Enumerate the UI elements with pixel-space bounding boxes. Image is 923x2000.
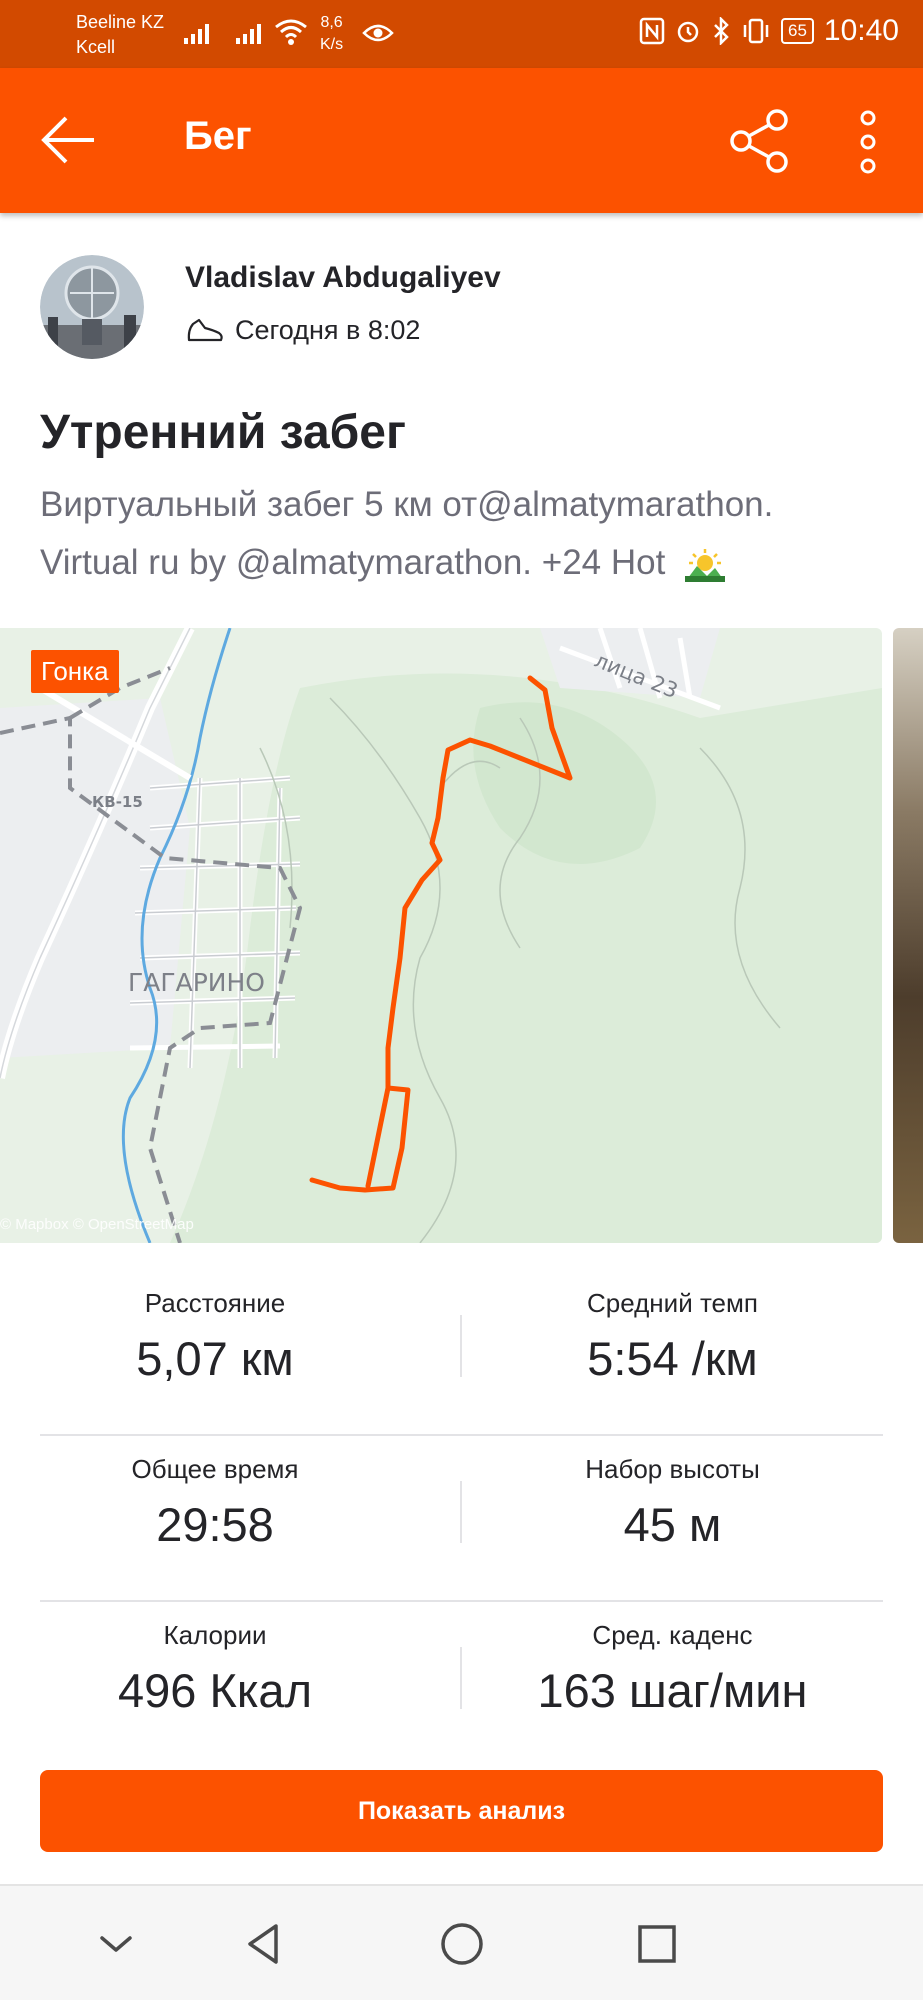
net-speed-value: 8,6 — [320, 14, 343, 31]
map-canvas — [0, 628, 882, 1243]
stats-row: Расстояние 5,07 км Средний темп 5:54 /км — [40, 1270, 883, 1436]
status-bar: Beeline KZ Kcell 8,6 K/s 65 10:40 — [0, 0, 923, 68]
description-line-2: Virtual ru by @almatymarathon. +24 Hot — [40, 534, 900, 592]
stat-value: 5:54 /км — [587, 1332, 758, 1385]
back-triangle-icon[interactable] — [236, 1916, 292, 1972]
running-shoe-icon — [187, 318, 223, 341]
chevron-down-icon[interactable] — [88, 1916, 144, 1972]
stat-label: Расстояние — [144, 1288, 286, 1318]
stat-value: 163 шаг/мин — [537, 1664, 808, 1717]
signal-icon — [236, 20, 261, 44]
race-badge: Гонка — [31, 650, 119, 693]
description-line-2-text: Virtual ru by @almatymarathon. +24 Hot — [40, 543, 666, 582]
stats-row: Калории 496 Ккал Сред. каденс 163 шаг/ми… — [40, 1602, 883, 1768]
stat-value: 45 м — [623, 1498, 722, 1551]
stat-value: 29:58 — [156, 1498, 274, 1551]
timestamp-text: Сегодня в 8:02 — [235, 315, 421, 345]
activity-description: Виртуальный забег 5 км от@almatymarathon… — [40, 476, 900, 592]
eye-icon — [362, 24, 394, 42]
stat-value: 496 Ккал — [117, 1664, 312, 1717]
route-map[interactable] — [0, 628, 882, 1243]
nfc-icon — [639, 17, 665, 45]
stat-label: Средний темп — [587, 1288, 758, 1318]
more-vertical-icon[interactable] — [858, 110, 878, 174]
stat-label: Калории — [163, 1620, 267, 1650]
place-label: ГАГАРИНО — [128, 968, 265, 997]
recent-apps-square-icon[interactable] — [629, 1916, 685, 1972]
stat-avg-cadence: Сред. каденс 163 шаг/мин — [462, 1620, 883, 1718]
status-right: 65 10:40 — [639, 14, 899, 48]
photo-thumbnail[interactable] — [893, 628, 923, 1243]
stat-value: 5,07 км — [136, 1332, 294, 1385]
page-title: Бег — [184, 114, 252, 158]
home-circle-icon[interactable] — [434, 1916, 490, 1972]
carrier-1: Beeline KZ — [76, 12, 165, 32]
alarm-icon — [677, 21, 699, 43]
show-analysis-button[interactable]: Показать анализ — [40, 1770, 883, 1852]
stat-moving-time: Общее время 29:58 — [40, 1454, 390, 1552]
stats-grid: Расстояние 5,07 км Средний темп 5:54 /км… — [40, 1270, 883, 1768]
network-speed: 8,6 K/s — [320, 12, 343, 56]
map-attribution[interactable]: © Mapbox © OpenStreetMap — [0, 1216, 194, 1233]
athlete-name[interactable]: Vladislav Abdugaliyev — [185, 261, 501, 295]
battery-icon: 65 — [781, 18, 814, 44]
stat-label: Сред. каденс — [592, 1620, 753, 1650]
vibrate-icon — [743, 18, 769, 44]
description-line-1: Виртуальный забег 5 км от@almatymarathon… — [40, 485, 774, 524]
carrier-names: Beeline KZ Kcell — [76, 10, 164, 60]
carrier-2: Kcell — [76, 37, 116, 57]
net-speed-unit: K/s — [320, 36, 344, 53]
bluetooth-icon — [714, 17, 729, 45]
avatar[interactable] — [40, 255, 144, 359]
stat-label: Общее время — [131, 1454, 299, 1484]
activity-title[interactable]: Утренний забег — [40, 405, 406, 460]
app-bar: Бег — [0, 68, 923, 213]
wifi-icon — [275, 19, 307, 45]
clock: 10:40 — [823, 14, 899, 47]
stat-calories: Калории 496 Ккал — [40, 1620, 390, 1718]
system-nav-bar — [0, 1884, 923, 2000]
signal-icon — [184, 20, 209, 44]
stats-row: Общее время 29:58 Набор высоты 45 м — [40, 1436, 883, 1602]
stat-label: Набор высоты — [585, 1454, 760, 1484]
stat-distance: Расстояние 5,07 км — [40, 1288, 390, 1386]
back-arrow-icon[interactable] — [38, 112, 98, 168]
road-label: КВ-15 — [92, 793, 143, 811]
stat-elevation-gain: Набор высоты 45 м — [462, 1454, 883, 1552]
activity-timestamp: Сегодня в 8:02 — [185, 315, 420, 346]
sunrise-over-mountains-icon — [685, 548, 726, 582]
share-icon[interactable] — [728, 108, 790, 174]
stat-avg-pace: Средний темп 5:54 /км — [462, 1288, 883, 1386]
athlete-header[interactable]: Vladislav Abdugaliyev Сегодня в 8:02 — [40, 255, 885, 365]
